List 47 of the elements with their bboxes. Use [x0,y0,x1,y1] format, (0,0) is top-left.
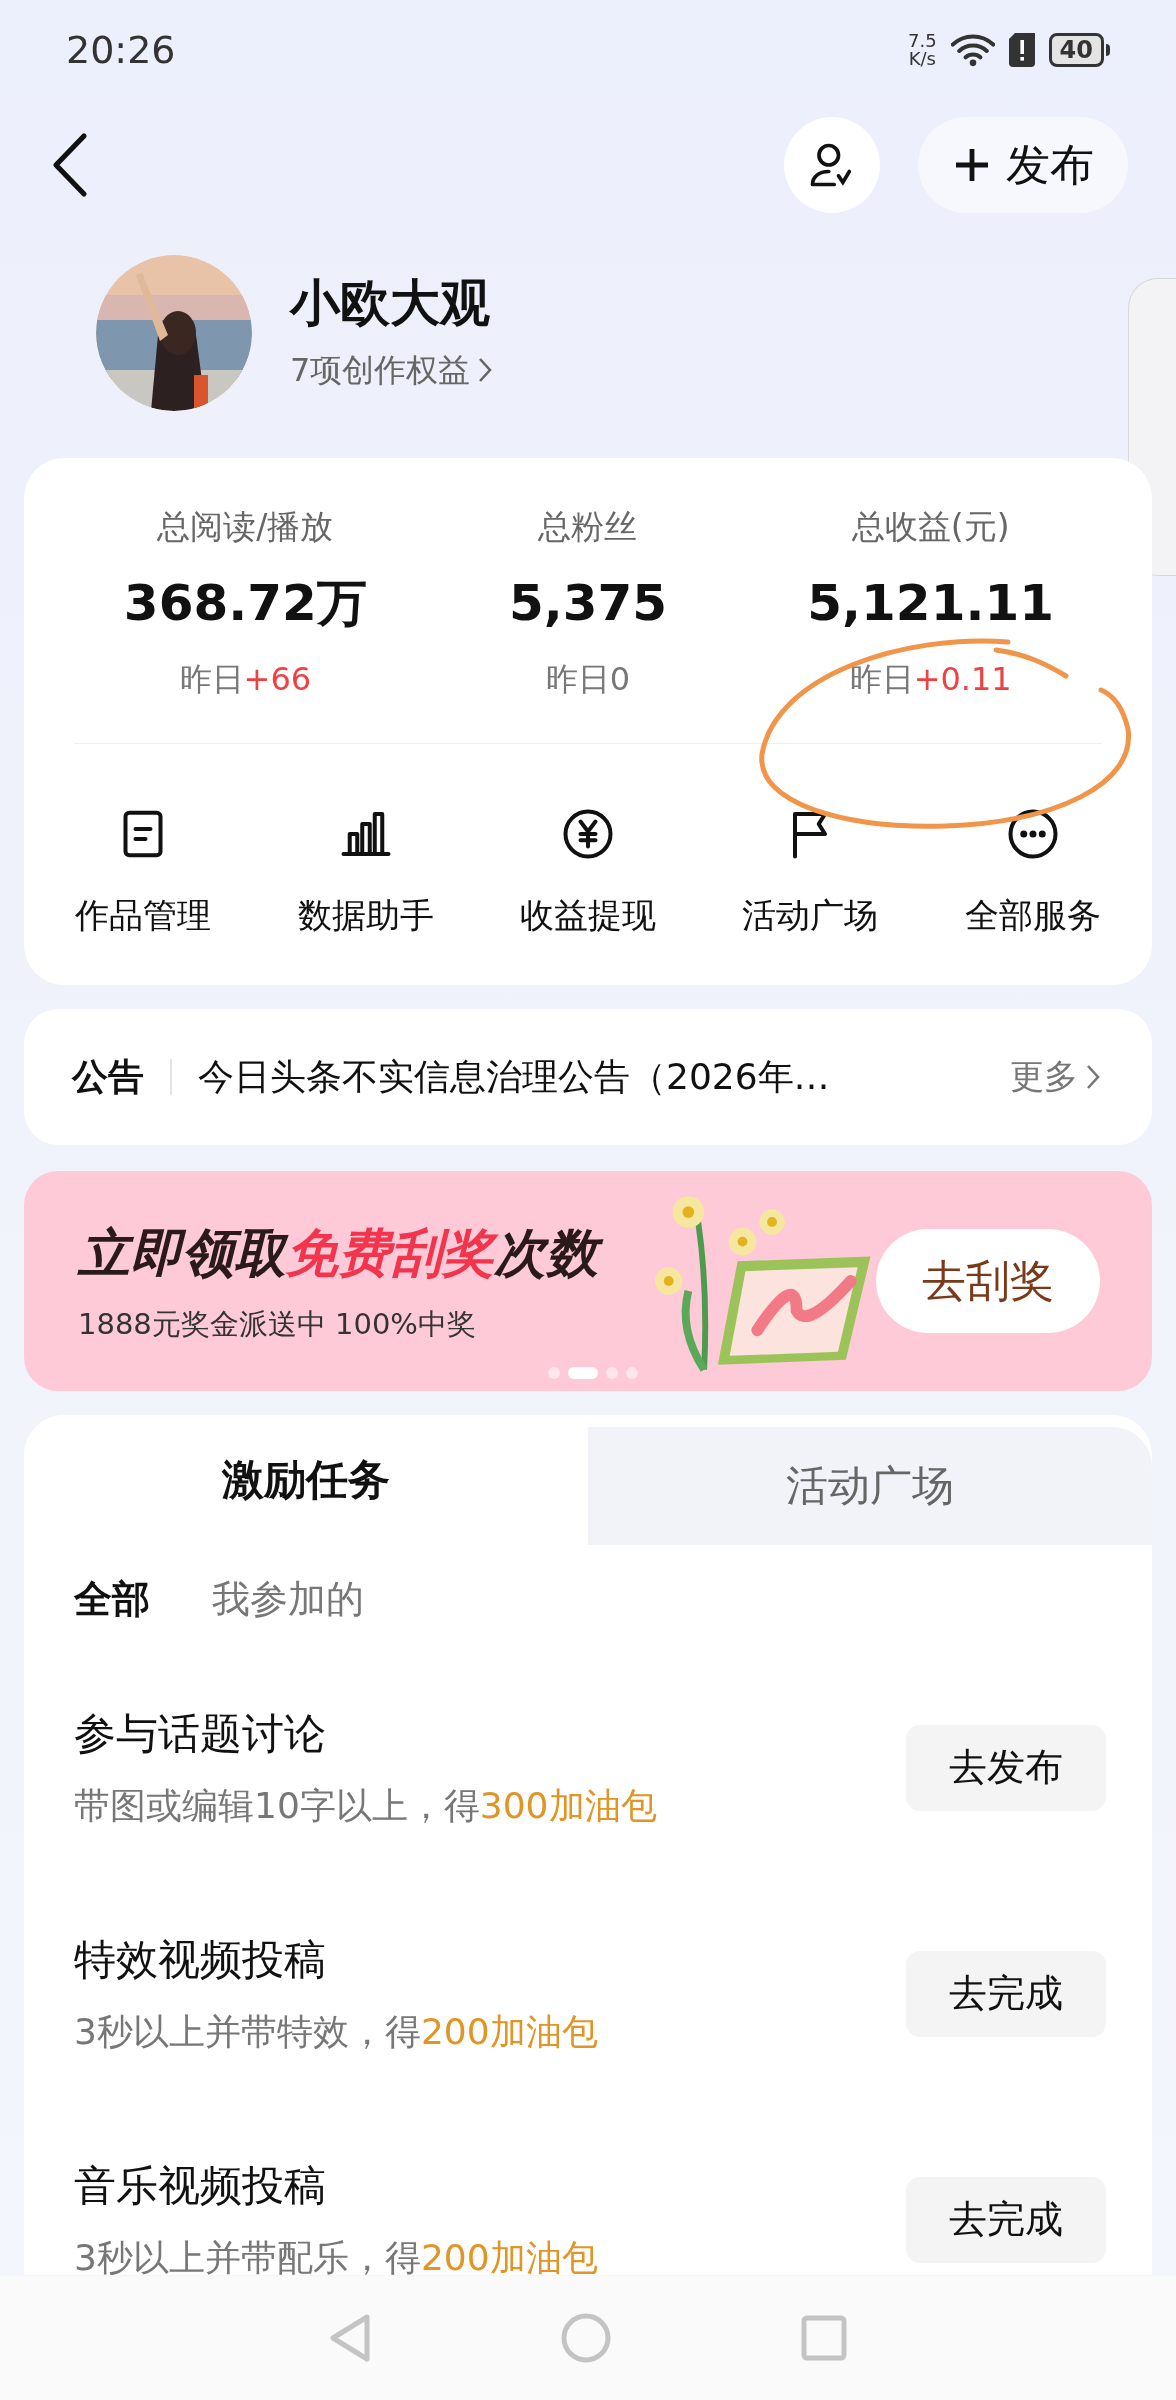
filter-tab[interactable]: 全部 [74,1571,150,1628]
task-description: 带图或编辑10字以上，得300加油包 [74,1784,657,1828]
service-button[interactable]: 作品管理 [32,803,255,941]
notice-bar[interactable]: 公告 今日头条不实信息治理公告（2026年… 更多 [24,1008,1152,1145]
battery-level: 40 [1048,33,1104,67]
stat-value: 5,121.11 [807,572,1054,634]
chevron-right-icon [478,357,493,384]
stat-value: 5,375 [508,572,668,634]
promo-banner[interactable]: 立即领取免费刮奖次数 1888元奖金派送中 100%中奖 去刮奖 [24,1170,1152,1391]
task-button[interactable]: 去发布 [906,1724,1106,1811]
notice-label: 公告 [72,1054,144,1099]
service-button[interactable]: 数据助手 [254,803,477,941]
task-description: 3秒以上并带特效，得200加油包 [74,2010,598,2054]
more-link[interactable]: 更多 [1010,1051,1100,1102]
task-button[interactable]: 去完成 [906,2176,1106,2263]
task-title: 参与话题讨论 [74,1708,327,1760]
task-title: 音乐视频投稿 [74,2160,327,2212]
back-nav-icon[interactable] [329,2313,371,2363]
service-button[interactable]: 全部服务 [921,803,1144,941]
stat-label: 总阅读/播放 [157,506,334,548]
service-button[interactable]: 活动广场 [699,803,922,941]
stat-label: 总粉丝 [538,506,638,548]
stat-value: 368.72万 [123,572,367,634]
filter-tab[interactable]: 我参加的 [212,1571,364,1628]
home-nav-icon[interactable] [561,2313,611,2363]
chevron-right-icon [1086,1063,1100,1090]
stat-label: 总收益(元) [851,506,1010,548]
sim-alert-icon [1008,33,1035,67]
service-button[interactable]: 收益提现 [476,803,700,941]
status-time: 20:26 [66,26,176,74]
network-speed: 7.5 K/s [907,32,937,68]
wifi-icon [950,33,995,67]
publish-button[interactable]: 发布 [918,117,1128,213]
task-button[interactable]: 去完成 [906,1950,1106,2037]
profile-name: 小欧大观 [290,272,491,334]
banner-title: 立即领取免费刮奖次数 [78,1214,630,1293]
recents-nav-icon[interactable] [801,2315,847,2361]
stat-delta: 昨日 0 [545,658,631,700]
task-title: 特效视频投稿 [74,1934,327,1986]
stat-delta: 昨日+66 [179,658,312,700]
stat-delta: 昨日+0.11 [849,658,1012,700]
tab[interactable]: 活动广场 [588,1426,1152,1545]
scratch-button[interactable]: 去刮奖 [875,1228,1100,1333]
benefits-link[interactable]: 7项创作权益 [290,346,493,395]
notice-text: 今日头条不实信息治理公告（2026年… [198,1054,831,1099]
banner-subtitle: 1888元奖金派送中 100%中奖 [78,1305,477,1343]
back-icon[interactable] [50,132,90,198]
